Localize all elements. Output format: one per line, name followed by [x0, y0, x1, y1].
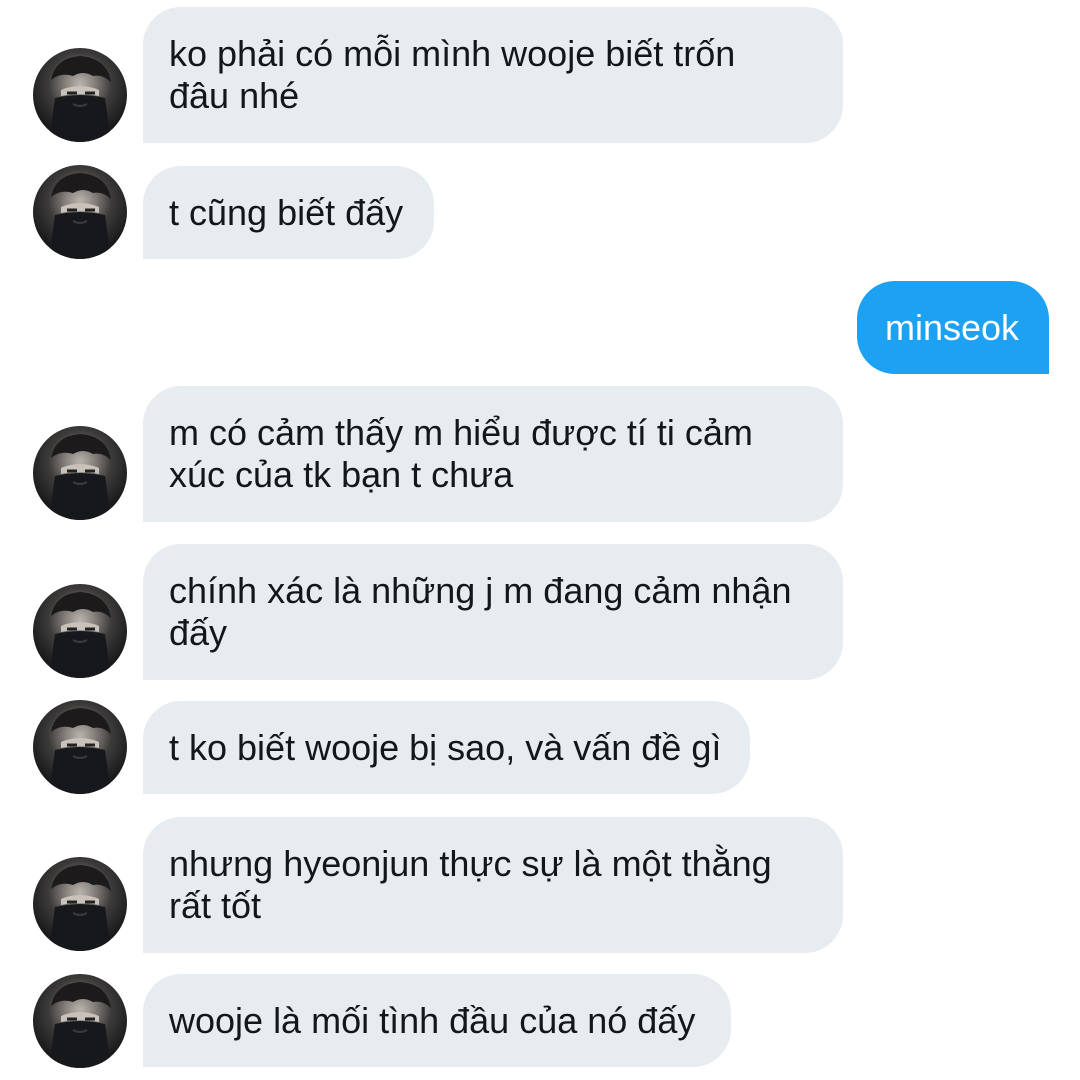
avatar-photo-icon [49, 434, 111, 520]
message-thread: ko phải có mỗi mình wooje biết trốn đâu … [0, 0, 1080, 1080]
message-bubble[interactable]: nhưng hyeonjun thực sự là một thằng rất … [143, 817, 843, 953]
sender-avatar[interactable] [33, 426, 127, 520]
message-bubble[interactable]: chính xác là những j m đang cảm nhận đấy [143, 544, 843, 680]
avatar-photo-icon [49, 56, 111, 142]
message-bubble[interactable]: t cũng biết đấy [143, 166, 434, 259]
message-bubble[interactable]: minseok [857, 281, 1049, 374]
sender-avatar[interactable] [33, 700, 127, 794]
avatar-photo-icon [49, 982, 111, 1068]
message-bubble[interactable]: m có cảm thấy m hiểu được tí ti cảm xúc … [143, 386, 843, 522]
message-bubble[interactable]: t ko biết wooje bị sao, và vấn đề gì [143, 701, 750, 794]
message-bubble[interactable]: ko phải có mỗi mình wooje biết trốn đâu … [143, 7, 843, 143]
avatar-photo-icon [49, 865, 111, 951]
avatar-photo-icon [49, 592, 111, 678]
sender-avatar[interactable] [33, 974, 127, 1068]
sender-avatar[interactable] [33, 857, 127, 951]
avatar-photo-icon [49, 173, 111, 259]
avatar-photo-icon [49, 708, 111, 794]
message-bubble[interactable]: wooje là mối tình đầu của nó đấy [143, 974, 731, 1067]
sender-avatar[interactable] [33, 48, 127, 142]
sender-avatar[interactable] [33, 165, 127, 259]
sender-avatar[interactable] [33, 584, 127, 678]
